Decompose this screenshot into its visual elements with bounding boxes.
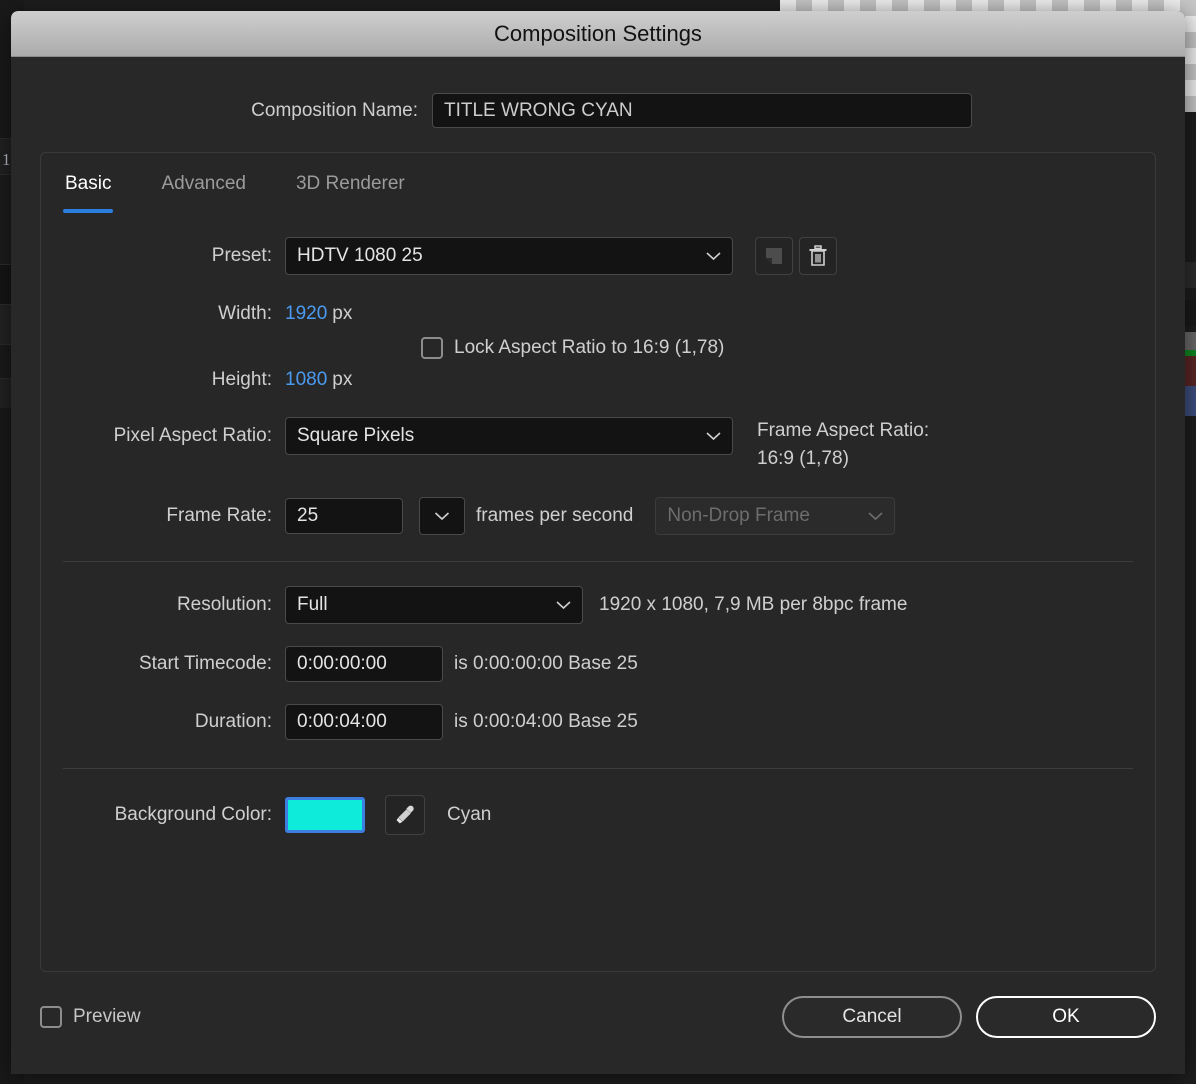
eyedropper-icon — [396, 805, 414, 824]
settings-panel: Basic Advanced 3D Renderer Preset: HDTV … — [40, 152, 1156, 972]
background-color-row: Background Color: Cyan — [63, 795, 1133, 835]
frame-rate-unit-label: frames per second — [476, 505, 634, 526]
preview-checkbox[interactable] — [40, 1006, 62, 1028]
pixel-aspect-ratio-value: Square Pixels — [297, 425, 415, 446]
ok-button[interactable]: OK — [976, 996, 1156, 1038]
timeline-layer-number: 1 — [2, 150, 11, 169]
start-timecode-info: is 0:00:00:00 Base 25 — [454, 653, 638, 674]
frame-aspect-ratio-block: Frame Aspect Ratio: 16:9 (1,78) — [757, 417, 929, 473]
frame-rate-dropdown-button[interactable] — [419, 497, 465, 535]
save-preset-button[interactable] — [755, 237, 793, 275]
tab-bar: Basic Advanced 3D Renderer — [63, 153, 1133, 213]
delete-preset-button[interactable] — [799, 237, 837, 275]
height-label: Height: — [211, 369, 272, 390]
drop-frame-value: Non-Drop Frame — [667, 505, 810, 526]
frame-aspect-ratio-label: Frame Aspect Ratio: — [757, 420, 930, 441]
background-color-label: Background Color: — [114, 804, 272, 825]
pixel-aspect-ratio-select[interactable]: Square Pixels — [285, 417, 733, 455]
background-color-name: Cyan — [447, 804, 492, 825]
dialog-footer: Preview Cancel OK — [40, 996, 1156, 1038]
duration-input[interactable]: 0:00:04:00 — [285, 704, 443, 740]
tab-3d-renderer[interactable]: 3D Renderer — [294, 169, 407, 213]
section-divider — [63, 561, 1133, 562]
resolution-select[interactable]: Full — [285, 586, 583, 624]
resolution-info: 1920 x 1080, 7,9 MB per 8bpc frame — [599, 594, 908, 615]
chevron-down-icon — [706, 432, 721, 441]
height-row: Height: 1080 px — [63, 369, 1133, 391]
width-label: Width: — [218, 303, 272, 324]
dialog-titlebar: Composition Settings — [11, 11, 1185, 57]
duration-row: Duration: 0:00:04:00 is 0:00:04:00 Base … — [63, 704, 1133, 740]
resolution-value: Full — [297, 594, 328, 615]
preset-value: HDTV 1080 25 — [297, 245, 423, 266]
tab-advanced[interactable]: Advanced — [159, 169, 248, 213]
lock-aspect-row: Lock Aspect Ratio to 16:9 (1,78) — [63, 337, 1133, 359]
duration-label: Duration: — [194, 711, 272, 732]
background-color-swatch[interactable] — [285, 797, 365, 833]
drop-frame-select: Non-Drop Frame — [655, 497, 896, 535]
composition-settings-dialog: Composition Settings Composition Name: T… — [11, 11, 1185, 1074]
width-value[interactable]: 1920 — [285, 303, 327, 325]
pixel-aspect-ratio-row: Pixel Aspect Ratio: Square Pixels Frame … — [63, 417, 1133, 473]
resolution-label: Resolution: — [176, 594, 272, 615]
preset-row: Preset: HDTV 1080 25 — [63, 237, 1133, 275]
tab-basic[interactable]: Basic — [63, 169, 114, 213]
dialog-body: Composition Name: TITLE WRONG CYAN Basic… — [11, 57, 1185, 1074]
frame-rate-row: Frame Rate: 25 frames per second Non-Dro… — [63, 497, 1133, 535]
composition-name-label: Composition Name: — [251, 99, 418, 121]
lock-aspect-label: Lock Aspect Ratio to 16:9 (1,78) — [454, 337, 725, 358]
composition-name-row: Composition Name: TITLE WRONG CYAN — [40, 57, 1156, 128]
chevron-down-icon — [434, 512, 450, 521]
duration-info: is 0:00:04:00 Base 25 — [454, 711, 638, 732]
resolution-row: Resolution: Full 1920 x 1080, 7,9 MB per… — [63, 586, 1133, 624]
chevron-down-icon — [556, 601, 571, 610]
dialog-title: Composition Settings — [494, 20, 702, 46]
cancel-button[interactable]: Cancel — [782, 996, 962, 1038]
height-unit: px — [332, 369, 353, 390]
chevron-down-icon — [868, 512, 883, 521]
preset-select[interactable]: HDTV 1080 25 — [285, 237, 733, 275]
preview-label: Preview — [73, 1006, 141, 1027]
pixel-aspect-ratio-label: Pixel Aspect Ratio: — [113, 425, 272, 446]
preset-label: Preset: — [211, 245, 272, 266]
start-timecode-input[interactable]: 0:00:00:00 — [285, 646, 443, 682]
chevron-down-icon — [706, 252, 721, 261]
start-timecode-label: Start Timecode: — [138, 653, 272, 674]
preview-toggle[interactable]: Preview — [40, 1006, 141, 1028]
save-preset-icon — [766, 248, 782, 264]
width-row: Width: 1920 px — [63, 303, 1133, 325]
eyedropper-button[interactable] — [385, 795, 425, 835]
section-divider — [63, 768, 1133, 769]
lock-aspect-checkbox[interactable] — [421, 337, 443, 359]
trash-icon — [809, 245, 827, 266]
composition-name-input[interactable]: TITLE WRONG CYAN — [432, 93, 972, 128]
start-timecode-row: Start Timecode: 0:00:00:00 is 0:00:00:00… — [63, 646, 1133, 682]
frame-rate-label: Frame Rate: — [166, 505, 272, 526]
width-unit: px — [332, 303, 353, 324]
height-value[interactable]: 1080 — [285, 369, 327, 391]
frame-aspect-ratio-value: 16:9 (1,78) — [757, 448, 849, 469]
frame-rate-input[interactable]: 25 — [285, 498, 403, 534]
